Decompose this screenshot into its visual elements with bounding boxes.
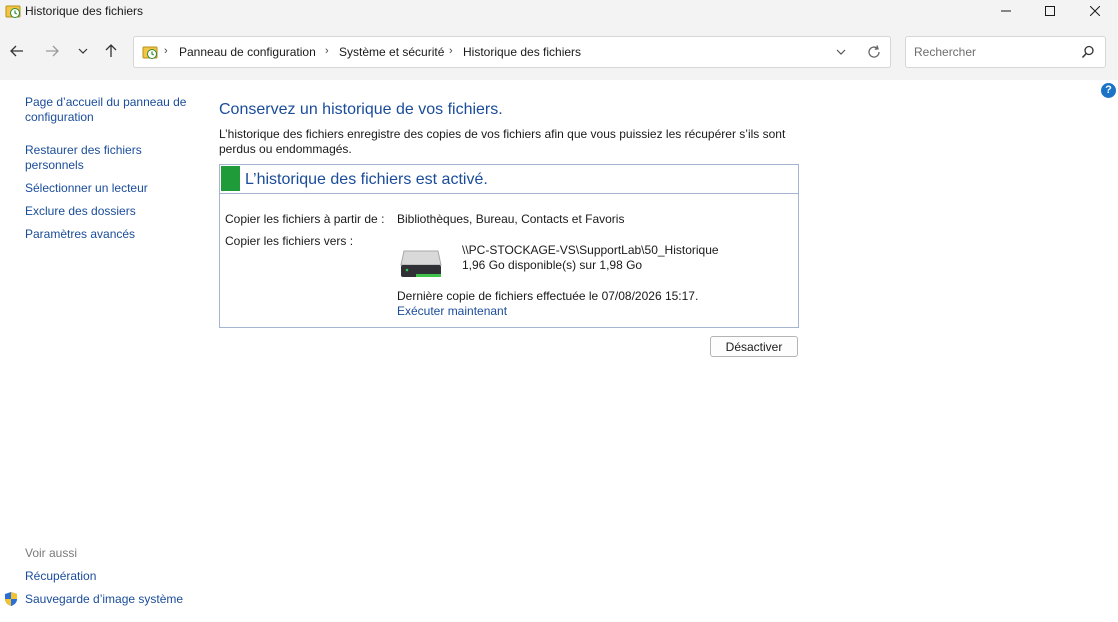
- maximize-button[interactable]: [1027, 0, 1073, 22]
- sidebar-item-control-panel-home[interactable]: Page d’accueil du panneau de configurati…: [25, 95, 200, 125]
- control-panel-icon: [142, 44, 158, 60]
- title-bar: Historique des fichiers: [0, 0, 1118, 22]
- recent-locations-button[interactable]: [72, 40, 94, 62]
- window-title: Historique des fichiers: [25, 4, 144, 18]
- breadcrumb-separator-icon: ›: [164, 45, 168, 57]
- uac-shield-icon: [3, 591, 19, 607]
- file-history-icon: [5, 3, 21, 19]
- arrow-left-icon: [10, 45, 23, 57]
- breadcrumb-separator-icon: ›: [325, 45, 329, 57]
- copy-to-label: Copier les fichiers vers :: [225, 234, 354, 248]
- refresh-icon: [868, 45, 880, 58]
- copy-from-value: Bibliothèques, Bureau, Contacts et Favor…: [397, 212, 625, 226]
- forward-button[interactable]: [41, 40, 63, 62]
- run-now-link[interactable]: Exécuter maintenant: [397, 304, 507, 318]
- status-title: L’historique des fichiers est activé.: [245, 171, 488, 188]
- close-icon: [1090, 6, 1100, 16]
- search-box[interactable]: [905, 36, 1106, 68]
- sidebar-item-select-drive[interactable]: Sélectionner un lecteur: [25, 181, 200, 196]
- status-indicator: [221, 166, 240, 191]
- see-also-recovery[interactable]: Récupération: [25, 569, 200, 584]
- minimize-icon: [1001, 10, 1011, 12]
- status-panel: L’historique des fichiers est activé. Co…: [219, 164, 799, 328]
- help-button[interactable]: ?: [1101, 83, 1116, 98]
- address-dropdown-button[interactable]: [834, 45, 848, 59]
- arrow-up-icon: [105, 44, 117, 57]
- refresh-button[interactable]: [866, 44, 882, 60]
- sidebar-item-advanced-settings[interactable]: Paramètres avancés: [25, 227, 200, 242]
- arrow-right-icon: [46, 45, 59, 57]
- page-description: L’historique des fichiers enregistre des…: [219, 127, 786, 156]
- close-button[interactable]: [1072, 0, 1118, 22]
- back-button[interactable]: [6, 40, 28, 62]
- minimize-button[interactable]: [983, 0, 1029, 22]
- see-also-system-image-backup[interactable]: Sauvegarde d’image système: [25, 592, 200, 607]
- search-input[interactable]: [914, 44, 1074, 60]
- drive-path: \\PC-STOCKAGE-VS\SupportLab\50_Historiqu…: [462, 243, 719, 257]
- breadcrumb-control-panel[interactable]: Panneau de configuration: [179, 45, 316, 59]
- status-header: L’historique des fichiers est activé.: [220, 165, 798, 194]
- chevron-down-icon: [78, 48, 88, 54]
- breadcrumb-system-security[interactable]: Système et sécurité: [339, 45, 444, 59]
- last-copy-info: Dernière copie de fichiers effectuée le …: [397, 289, 699, 303]
- breadcrumb-file-history[interactable]: Historique des fichiers: [463, 45, 581, 59]
- maximize-icon: [1045, 6, 1055, 16]
- navigation-bar: › Panneau de configuration › Système et …: [0, 22, 1118, 80]
- search-icon[interactable]: [1081, 45, 1095, 59]
- copy-from-label: Copier les fichiers à partir de :: [225, 212, 385, 226]
- sidebar-item-restore-files[interactable]: Restaurer des fichiers personnels: [25, 143, 200, 173]
- sidebar-item-exclude-folders[interactable]: Exclure des dossiers: [25, 204, 200, 219]
- page-title: Conservez un historique de vos fichiers.: [219, 101, 503, 118]
- see-also-heading: Voir aussi: [25, 546, 78, 560]
- drive-space: 1,96 Go disponible(s) sur 1,98 Go: [462, 258, 643, 272]
- breadcrumb-separator-icon: ›: [449, 45, 453, 57]
- up-button[interactable]: [100, 40, 122, 62]
- address-bar[interactable]: › Panneau de configuration › Système et …: [133, 36, 891, 68]
- network-drive-icon: [400, 247, 442, 281]
- deactivate-button[interactable]: Désactiver: [710, 336, 798, 357]
- chevron-down-icon: [836, 49, 846, 55]
